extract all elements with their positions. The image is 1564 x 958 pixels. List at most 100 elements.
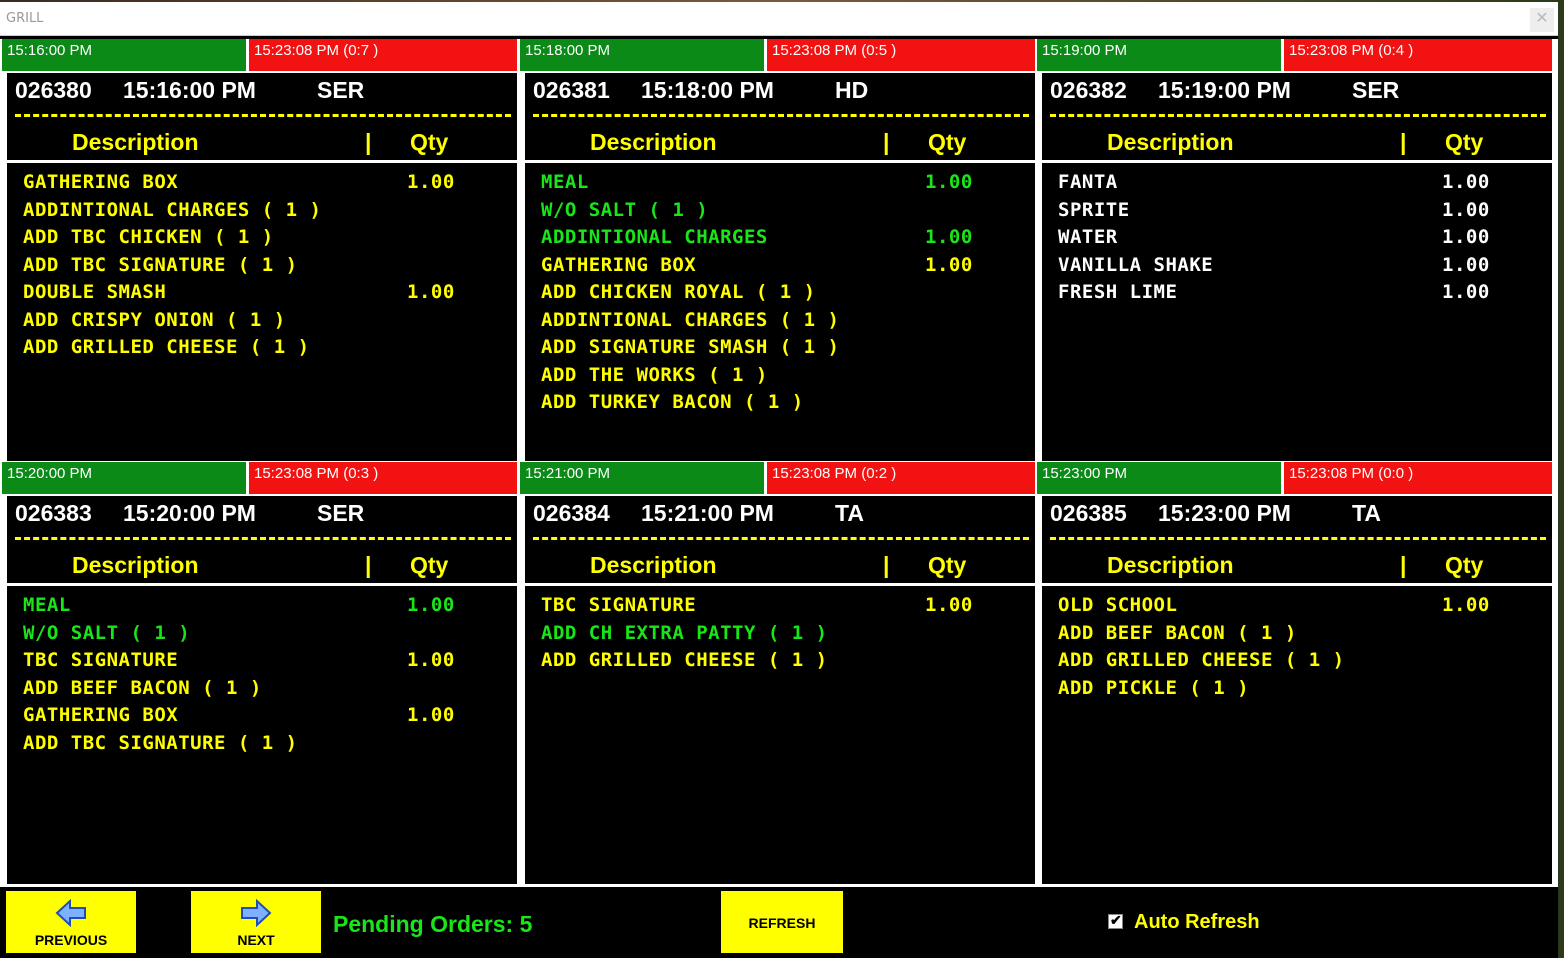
order-type: SER	[1352, 77, 1400, 103]
item-name: ADD SIGNATURE SMASH ( 1 )	[541, 336, 840, 358]
item-name: ADD GRILLED CHEESE ( 1 )	[1058, 649, 1345, 671]
arrow-right-icon	[241, 899, 272, 927]
orders-grid: 15:16:00 PM 15:23:08 PM (0:7 ) 026380 15…	[0, 39, 1558, 887]
order-start-time: 15:19:00 PM	[1037, 39, 1281, 71]
order-item: TBC SIGNATURE 1.00	[7, 647, 517, 675]
order-type: SER	[317, 77, 365, 103]
order-item: ADD THE WORKS ( 1 )	[525, 362, 1035, 390]
item-qty: 1.00	[1442, 594, 1490, 616]
item-qty: 1.00	[925, 226, 973, 248]
order-elapsed-time: 15:23:08 PM (0:3 )	[249, 462, 517, 494]
order-type: SER	[317, 500, 365, 526]
column-header-qty: Qty	[928, 129, 967, 155]
order-item: ADD CH EXTRA PATTY ( 1 )	[525, 620, 1035, 648]
order-timer-bar: 15:21:00 PM 15:23:08 PM (0:2 )	[520, 462, 1035, 494]
item-name: W/O SALT ( 1 )	[541, 198, 709, 221]
order-item: FRESH LIME 1.00	[1042, 279, 1552, 307]
column-header-qty: Qty	[1445, 552, 1484, 578]
item-name: ADDINTIONAL CHARGES ( 1 )	[541, 308, 840, 331]
order-time: 15:16:00 PM	[123, 77, 256, 103]
order-timer-bar: 15:19:00 PM 15:23:08 PM (0:4 )	[1037, 39, 1552, 71]
order-number: 026385	[1050, 500, 1127, 526]
order-item: ADD GRILLED CHEESE ( 1 )	[525, 647, 1035, 675]
order-item: MEAL 1.00	[525, 169, 1035, 197]
dashed-divider	[15, 114, 511, 117]
order-item: W/O SALT ( 1 )	[7, 620, 517, 648]
order-item: ADDINTIONAL CHARGES ( 1 )	[525, 307, 1035, 335]
order-item: DOUBLE SMASH 1.00	[7, 279, 517, 307]
item-qty: 1.00	[407, 171, 455, 193]
auto-refresh-label[interactable]: Auto Refresh	[1134, 911, 1260, 934]
order-items-list: MEAL 1.00 W/O SALT ( 1 ) ADDINTIONAL CHAR…	[525, 169, 1035, 417]
column-separator: |	[1400, 129, 1407, 155]
order-card[interactable]: 15:20:00 PM 15:23:08 PM (0:3 ) 026383 15…	[2, 462, 517, 884]
order-timer-bar: 15:18:00 PM 15:23:08 PM (0:5 )	[520, 39, 1035, 71]
refresh-button[interactable]: REFRESH	[721, 891, 843, 953]
order-number: 026381	[533, 77, 610, 103]
order-card[interactable]: 15:23:00 PM 15:23:08 PM (0:0 ) 026385 15…	[1037, 462, 1552, 884]
column-header-description: Description	[1107, 552, 1234, 578]
column-header-description: Description	[72, 552, 199, 578]
item-qty: 1.00	[1442, 253, 1490, 276]
order-timer-bar: 15:16:00 PM 15:23:08 PM (0:7 )	[2, 39, 517, 71]
item-name: ADD GRILLED CHEESE ( 1 )	[541, 649, 828, 671]
column-header-qty: Qty	[1445, 129, 1484, 155]
order-card[interactable]: 15:16:00 PM 15:23:08 PM (0:7 ) 026380 15…	[2, 39, 517, 461]
order-elapsed-time: 15:23:08 PM (0:2 )	[767, 462, 1035, 494]
column-header-qty: Qty	[410, 552, 449, 578]
order-header: 026383 15:20:00 PM SER Description | Qty	[7, 496, 517, 586]
item-name: GATHERING BOX	[23, 171, 179, 193]
column-header-qty: Qty	[928, 552, 967, 578]
order-elapsed-time: 15:23:08 PM (0:5 )	[767, 39, 1035, 71]
order-time: 15:23:00 PM	[1158, 500, 1291, 526]
column-separator: |	[1400, 552, 1407, 578]
item-qty: 1.00	[925, 594, 973, 616]
order-item: ADD PICKLE ( 1 )	[1042, 675, 1552, 703]
order-items-list: MEAL 1.00 W/O SALT ( 1 ) TBC SIGNATURE 1.…	[7, 592, 517, 757]
order-number: 026383	[15, 500, 92, 526]
item-name: TBC SIGNATURE	[541, 594, 697, 616]
item-qty: 1.00	[925, 253, 973, 276]
order-item: ADD CRISPY ONION ( 1 )	[7, 307, 517, 335]
order-card[interactable]: 15:18:00 PM 15:23:08 PM (0:5 ) 026381 15…	[520, 39, 1035, 461]
order-item: ADD CHICKEN ROYAL ( 1 )	[525, 279, 1035, 307]
next-button[interactable]: NEXT	[191, 891, 321, 953]
previous-label: PREVIOUS	[34, 932, 108, 948]
footer-bar: PREVIOUS NEXT Pending Orders: 5 REFRESH …	[0, 887, 1558, 958]
pending-orders-count: Pending Orders: 5	[333, 911, 533, 937]
item-qty: 1.00	[1442, 281, 1490, 303]
order-time: 15:19:00 PM	[1158, 77, 1291, 103]
order-header: 026381 15:18:00 PM HD Description | Qty	[525, 73, 1035, 163]
order-item: ADD BEEF BACON ( 1 )	[7, 675, 517, 703]
item-name: MEAL	[23, 594, 71, 616]
order-item: ADD TBC SIGNATURE ( 1 )	[7, 730, 517, 758]
item-name: ADD TBC CHICKEN ( 1 )	[23, 226, 274, 248]
item-name: ADD PICKLE ( 1 )	[1058, 676, 1250, 699]
order-header: 026382 15:19:00 PM SER Description | Qty	[1042, 73, 1552, 163]
order-number: 026384	[533, 500, 610, 526]
column-header-description: Description	[590, 552, 717, 578]
order-start-time: 15:20:00 PM	[2, 462, 246, 494]
item-name: ADDINTIONAL CHARGES	[541, 226, 768, 248]
order-start-time: 15:23:00 PM	[1037, 462, 1281, 494]
item-name: ADD CH EXTRA PATTY ( 1 )	[541, 621, 828, 644]
close-icon[interactable]: ✕	[1530, 8, 1554, 32]
order-item: TBC SIGNATURE 1.00	[525, 592, 1035, 620]
order-header: 026384 15:21:00 PM TA Description | Qty	[525, 496, 1035, 586]
order-card[interactable]: 15:19:00 PM 15:23:08 PM (0:4 ) 026382 15…	[1037, 39, 1552, 461]
previous-button[interactable]: PREVIOUS	[6, 891, 136, 953]
order-start-time: 15:21:00 PM	[520, 462, 764, 494]
auto-refresh-checkbox[interactable]: ✔	[1108, 912, 1123, 929]
item-name: SPRITE	[1058, 198, 1130, 221]
order-item: ADD GRILLED CHEESE ( 1 )	[1042, 647, 1552, 675]
order-item: WATER 1.00	[1042, 224, 1552, 252]
dashed-divider	[1050, 537, 1546, 540]
order-card[interactable]: 15:21:00 PM 15:23:08 PM (0:2 ) 026384 15…	[520, 462, 1035, 884]
dashed-divider	[1050, 114, 1546, 117]
item-qty: 1.00	[407, 649, 455, 671]
column-separator: |	[365, 552, 372, 578]
order-type: TA	[1352, 500, 1381, 526]
item-name: TBC SIGNATURE	[23, 649, 179, 671]
window-title: GRILL	[6, 11, 44, 26]
order-time: 15:21:00 PM	[641, 500, 774, 526]
